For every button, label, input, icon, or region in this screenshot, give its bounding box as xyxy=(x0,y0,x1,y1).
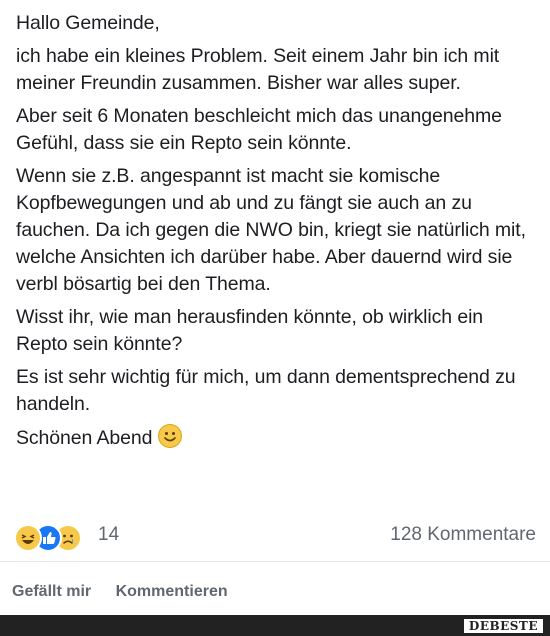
closing-text: Schönen Abend xyxy=(16,427,153,449)
comment-count-link[interactable]: 128 Kommentare xyxy=(390,524,536,546)
post-actions: Gefällt mir Kommentieren xyxy=(12,583,248,601)
comment-button[interactable]: Kommentieren xyxy=(116,583,228,600)
post-paragraph: Aber seit 6 Monaten beschleicht mich das… xyxy=(16,105,502,154)
reaction-icons[interactable] xyxy=(14,524,94,552)
post-paragraph: ich habe ein kleines Problem. Seit einem… xyxy=(16,45,500,94)
smile-emoji-icon xyxy=(158,424,183,448)
post-paragraph: Wisst ihr, wie man herausfinden könnte, … xyxy=(16,306,484,355)
post-body: Hallo Gemeinde, ich habe ein kleines Pro… xyxy=(16,10,536,458)
watermark-bar: DEBESTE xyxy=(0,615,550,636)
post-greeting: Hallo Gemeinde, xyxy=(16,12,160,34)
post-paragraph: Es ist sehr wichtig für mich, um dann de… xyxy=(16,366,516,415)
like-button[interactable]: Gefällt mir xyxy=(12,583,91,600)
haha-icon xyxy=(14,524,42,552)
reaction-count[interactable]: 14 xyxy=(98,524,119,546)
post-closing: Schönen Abend xyxy=(16,424,536,452)
divider xyxy=(0,561,550,562)
post-paragraph: Wenn sie z.B. angespannt ist macht sie k… xyxy=(16,165,526,295)
watermark-logo: DEBESTE xyxy=(462,618,544,634)
reactions-bar: 14 128 Kommentare xyxy=(14,522,536,552)
